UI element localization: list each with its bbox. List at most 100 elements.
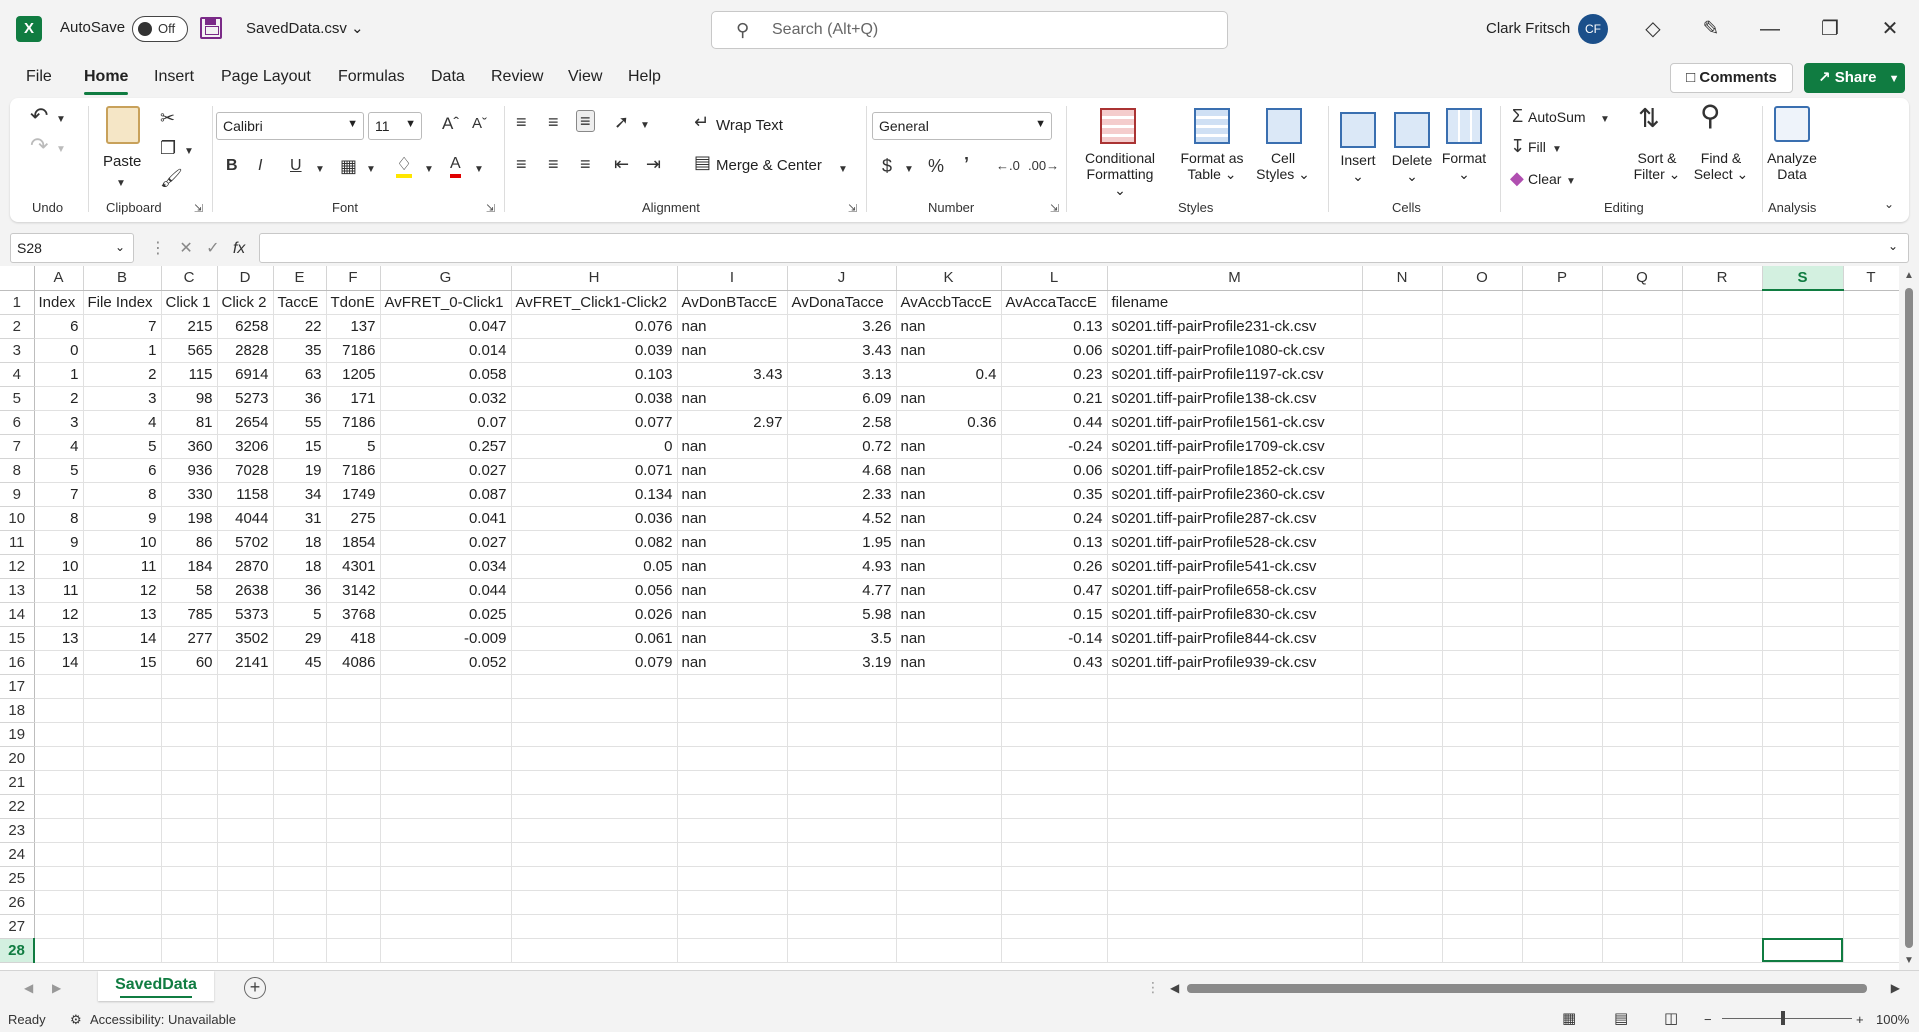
dialog-launcher-icon[interactable]: ⇲ <box>486 202 495 215</box>
cell[interactable] <box>1602 866 1683 891</box>
sort-filter-button[interactable]: Sort & Filter ⌄ <box>1622 150 1692 183</box>
cell[interactable]: 0 <box>511 434 678 459</box>
cell[interactable] <box>1107 674 1363 699</box>
cell[interactable] <box>787 674 897 699</box>
cell[interactable] <box>896 890 1002 915</box>
cell[interactable] <box>787 698 897 723</box>
cell[interactable]: 45 <box>273 650 327 675</box>
cell[interactable] <box>217 698 274 723</box>
cell[interactable] <box>34 818 84 843</box>
cell[interactable] <box>896 674 1002 699</box>
row-header[interactable]: 20 <box>0 746 35 771</box>
cell[interactable] <box>1522 890 1603 915</box>
undo-icon[interactable]: ↶ <box>30 105 48 127</box>
cell[interactable] <box>1843 530 1900 555</box>
prev-sheet-icon[interactable]: ◀ <box>24 981 33 995</box>
search-input[interactable]: ⚲ Search (Alt+Q) <box>711 11 1228 49</box>
cell[interactable] <box>1107 698 1363 723</box>
cell[interactable]: 0.071 <box>511 458 678 483</box>
cell[interactable] <box>1602 578 1683 603</box>
cell[interactable]: 4301 <box>326 554 381 579</box>
cell[interactable]: 0.087 <box>380 482 512 507</box>
cell[interactable] <box>1762 386 1844 411</box>
cell[interactable] <box>787 722 897 747</box>
cell[interactable] <box>273 722 327 747</box>
cell[interactable] <box>1682 866 1763 891</box>
cell[interactable] <box>1362 722 1443 747</box>
cell[interactable] <box>1762 818 1844 843</box>
cell[interactable] <box>326 842 381 867</box>
cell[interactable] <box>1602 938 1683 963</box>
chevron-down-icon[interactable]: ▼ <box>424 160 434 180</box>
cell[interactable]: 11 <box>34 578 84 603</box>
cell[interactable] <box>1442 410 1523 435</box>
cell[interactable] <box>1682 386 1763 411</box>
cell[interactable] <box>1107 914 1363 939</box>
cell[interactable] <box>677 818 788 843</box>
cell[interactable] <box>1762 890 1844 915</box>
cell[interactable] <box>380 746 512 771</box>
cell[interactable] <box>896 794 1002 819</box>
cell[interactable] <box>217 770 274 795</box>
cell[interactable]: 15 <box>83 650 162 675</box>
cell[interactable] <box>1362 434 1443 459</box>
orientation-icon[interactable]: ➚ <box>614 112 629 132</box>
cell[interactable]: 2.97 <box>677 410 788 435</box>
cell[interactable] <box>1522 650 1603 675</box>
cell[interactable] <box>161 842 218 867</box>
cell[interactable] <box>1602 338 1683 363</box>
cell[interactable] <box>1682 938 1763 963</box>
cell[interactable]: 4044 <box>217 506 274 531</box>
cell[interactable] <box>1762 338 1844 363</box>
cell[interactable] <box>1682 842 1763 867</box>
cell[interactable]: Click 2 <box>217 290 274 315</box>
cell[interactable] <box>511 698 678 723</box>
cell[interactable] <box>1843 650 1900 675</box>
cell[interactable]: nan <box>677 314 788 339</box>
row-header[interactable]: 8 <box>0 458 35 483</box>
percent-icon[interactable]: % <box>928 156 944 176</box>
cell[interactable]: nan <box>896 626 1002 651</box>
cell[interactable] <box>1602 698 1683 723</box>
save-icon[interactable] <box>200 17 222 39</box>
cell[interactable] <box>511 938 678 963</box>
cell[interactable] <box>1442 722 1523 747</box>
cell[interactable]: 184 <box>161 554 218 579</box>
cell[interactable]: 5273 <box>217 386 274 411</box>
cell[interactable] <box>1001 842 1108 867</box>
cell[interactable] <box>273 866 327 891</box>
cell[interactable]: 171 <box>326 386 381 411</box>
cell[interactable] <box>1762 746 1844 771</box>
comments-button[interactable]: □ Comments <box>1670 63 1793 93</box>
row-header[interactable]: 13 <box>0 578 35 603</box>
chevron-down-icon[interactable]: ▼ <box>474 160 484 180</box>
cell[interactable]: 360 <box>161 434 218 459</box>
cell[interactable] <box>161 866 218 891</box>
cell[interactable] <box>217 674 274 699</box>
cell[interactable] <box>1362 770 1443 795</box>
zoom-slider[interactable] <box>1722 1018 1852 1019</box>
cell[interactable] <box>1001 866 1108 891</box>
cell[interactable] <box>1762 410 1844 435</box>
cell[interactable] <box>896 770 1002 795</box>
merge-center-button[interactable]: Merge & Center <box>716 157 822 174</box>
row-header[interactable]: 17 <box>0 674 35 699</box>
cell[interactable] <box>1442 698 1523 723</box>
cell[interactable] <box>511 818 678 843</box>
cell[interactable] <box>1762 602 1844 627</box>
cell[interactable] <box>1001 890 1108 915</box>
cell[interactable]: 565 <box>161 338 218 363</box>
cell[interactable] <box>83 794 162 819</box>
cell[interactable] <box>1682 290 1763 315</box>
zoom-in-icon[interactable]: + <box>1856 1012 1864 1027</box>
cell[interactable] <box>511 722 678 747</box>
cell[interactable]: 0.056 <box>511 578 678 603</box>
cell[interactable]: 8 <box>83 482 162 507</box>
cell[interactable] <box>1843 842 1900 867</box>
cell[interactable]: 0.026 <box>511 602 678 627</box>
cell[interactable]: nan <box>896 386 1002 411</box>
cell[interactable]: 137 <box>326 314 381 339</box>
tab-data[interactable]: Data <box>431 68 465 86</box>
cell[interactable] <box>1522 578 1603 603</box>
cell[interactable] <box>83 770 162 795</box>
